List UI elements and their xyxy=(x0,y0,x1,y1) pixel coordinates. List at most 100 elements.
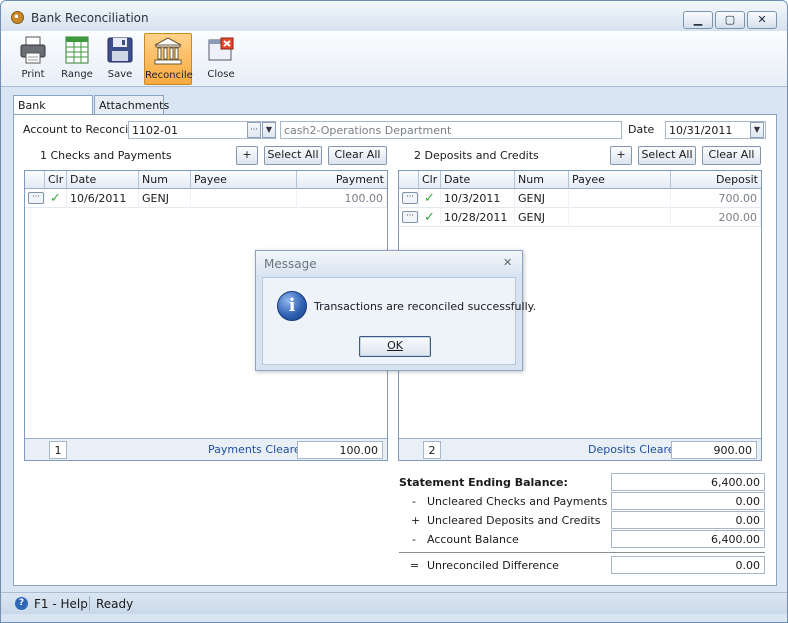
ok-button-label: OK xyxy=(387,339,403,352)
checks-grid-header: Clr Date Num Payee Payment xyxy=(25,171,387,189)
col-payment[interactable]: Payment xyxy=(297,171,387,189)
save-button[interactable]: Save xyxy=(98,33,142,85)
checks-select-all-button[interactable]: Select All xyxy=(264,146,322,165)
account-balance-label: Account Balance xyxy=(427,533,519,546)
table-row[interactable]: ··· ✓ 10/6/2011 GENJ 100.00 xyxy=(25,189,387,208)
row-clr[interactable]: ✓ xyxy=(419,208,441,227)
range-label: Range xyxy=(61,69,93,80)
minimize-button[interactable]: ▁ xyxy=(683,11,713,29)
status-text: Ready xyxy=(96,597,134,611)
status-bar: ? F1 - Help Ready xyxy=(1,592,787,614)
statement-ending-balance-label: Statement Ending Balance: xyxy=(399,476,568,489)
reconcile-button[interactable]: Reconcile xyxy=(144,33,193,85)
ellipsis-icon[interactable]: ··· xyxy=(28,192,44,204)
row-payment: 100.00 xyxy=(297,189,387,208)
dialog-body: i Transactions are reconciled successful… xyxy=(262,277,536,365)
row-payee xyxy=(569,189,671,208)
table-row[interactable]: ··· ✓ 10/28/2011 GENJ 200.00 xyxy=(399,208,761,227)
difference-sign: = xyxy=(410,559,420,572)
col-deposit[interactable]: Deposit xyxy=(671,171,761,189)
deposits-cleared-total: 900.00 xyxy=(671,441,757,459)
bank-building-icon xyxy=(153,36,183,66)
uncleared-checks-field: 0.00 xyxy=(611,492,765,510)
row-ellipsis[interactable]: ··· xyxy=(399,189,419,208)
row-date: 10/6/2011 xyxy=(67,189,139,208)
ellipsis-icon[interactable]: ··· xyxy=(402,211,418,223)
checks-section-title: 1 Checks and Payments xyxy=(40,149,172,162)
account-balance-field: 6,400.00 xyxy=(611,530,765,548)
uncleared-checks-label: Uncleared Checks and Payments xyxy=(427,495,608,508)
ellipsis-icon[interactable]: ··· xyxy=(402,192,418,204)
payments-cleared-label: Payments Cleared xyxy=(208,443,308,456)
floppy-disk-icon xyxy=(105,35,135,65)
range-button[interactable]: Range xyxy=(55,33,99,85)
checks-add-button[interactable]: + xyxy=(236,146,258,165)
col-num[interactable]: Num xyxy=(515,171,569,189)
row-ellipsis[interactable]: ··· xyxy=(25,189,45,208)
save-label: Save xyxy=(107,69,133,80)
deposits-clear-all-button[interactable]: Clear All xyxy=(702,146,761,165)
deposits-select-all-button[interactable]: Select All xyxy=(638,146,696,165)
row-deposit: 700.00 xyxy=(671,189,761,208)
col-clr[interactable]: Clr xyxy=(419,171,441,189)
account-ellipsis-button[interactable]: ··· xyxy=(247,122,261,138)
deposits-section-title: 2 Deposits and Credits xyxy=(414,149,539,162)
app-icon xyxy=(11,11,24,24)
account-balance-sign: - xyxy=(412,533,416,546)
help-icon[interactable]: ? xyxy=(15,597,28,610)
row-payee xyxy=(191,189,297,208)
date-label: Date xyxy=(628,123,655,136)
deposits-cleared-label: Deposits Cleared xyxy=(588,443,682,456)
col-clr[interactable]: Clr xyxy=(45,171,67,189)
print-button[interactable]: Print xyxy=(11,33,55,85)
row-num: GENJ xyxy=(515,189,569,208)
checks-clear-all-button[interactable]: Clear All xyxy=(328,146,387,165)
row-deposit: 200.00 xyxy=(671,208,761,227)
dialog-title: Message xyxy=(264,257,317,271)
printer-icon xyxy=(18,35,48,65)
col-payee[interactable]: Payee xyxy=(191,171,297,189)
checkmark-icon[interactable]: ✓ xyxy=(424,210,435,225)
checkmark-icon[interactable]: ✓ xyxy=(50,191,61,206)
restore-button[interactable]: ▢ xyxy=(715,11,745,29)
uncleared-deposits-sign: + xyxy=(411,514,421,527)
col-date[interactable]: Date xyxy=(67,171,139,189)
table-row[interactable]: ··· ✓ 10/3/2011 GENJ 700.00 xyxy=(399,189,761,208)
close-button[interactable]: Close xyxy=(199,33,243,85)
row-date: 10/28/2011 xyxy=(441,208,515,227)
dialog-close-icon[interactable]: ✕ xyxy=(503,256,512,269)
ok-button[interactable]: OK xyxy=(359,336,431,357)
account-description-field: cash2-Operations Department xyxy=(280,121,622,139)
row-ellipsis[interactable]: ··· xyxy=(399,208,419,227)
uncleared-deposits-label: Uncleared Deposits and Credits xyxy=(427,514,601,527)
information-icon: i xyxy=(277,291,307,321)
row-date: 10/3/2011 xyxy=(441,189,515,208)
col-num[interactable]: Num xyxy=(139,171,191,189)
account-label: Account to Reconcile xyxy=(23,123,139,136)
close-window-icon xyxy=(206,35,236,65)
deposits-add-button[interactable]: + xyxy=(610,146,632,165)
row-clr[interactable]: ✓ xyxy=(45,189,67,208)
row-num: GENJ xyxy=(515,208,569,227)
account-dropdown-button[interactable]: ▼ xyxy=(262,122,276,138)
uncleared-checks-sign: - xyxy=(412,495,416,508)
window-title: Bank Reconciliation xyxy=(31,11,149,25)
toolbar: Print Range Save Reconcile Close xyxy=(1,31,787,87)
help-shortcut[interactable]: F1 - Help xyxy=(34,597,88,611)
tab-attachments[interactable]: Attachments xyxy=(94,95,169,115)
deposits-cleared-count: 2 xyxy=(423,441,441,459)
row-clr[interactable]: ✓ xyxy=(419,189,441,208)
title-bar: Bank Reconciliation ▁ ▢ ✕ xyxy=(1,1,787,31)
date-dropdown-button[interactable]: ▼ xyxy=(750,122,764,138)
payments-cleared-total: 100.00 xyxy=(297,441,383,459)
row-payee xyxy=(569,208,671,227)
tab-bank-accounts[interactable]: Bank Accounts xyxy=(13,95,93,125)
col-payee[interactable]: Payee xyxy=(569,171,671,189)
checkmark-icon[interactable]: ✓ xyxy=(424,191,435,206)
close-window-button[interactable]: ✕ xyxy=(747,11,777,29)
unreconciled-difference-field: 0.00 xyxy=(611,556,765,574)
deposits-grid-header: Clr Date Num Payee Deposit xyxy=(399,171,761,189)
col-date[interactable]: Date xyxy=(441,171,515,189)
statement-ending-balance-field[interactable]: 6,400.00 xyxy=(611,473,765,491)
reconcile-label: Reconcile xyxy=(145,70,193,81)
